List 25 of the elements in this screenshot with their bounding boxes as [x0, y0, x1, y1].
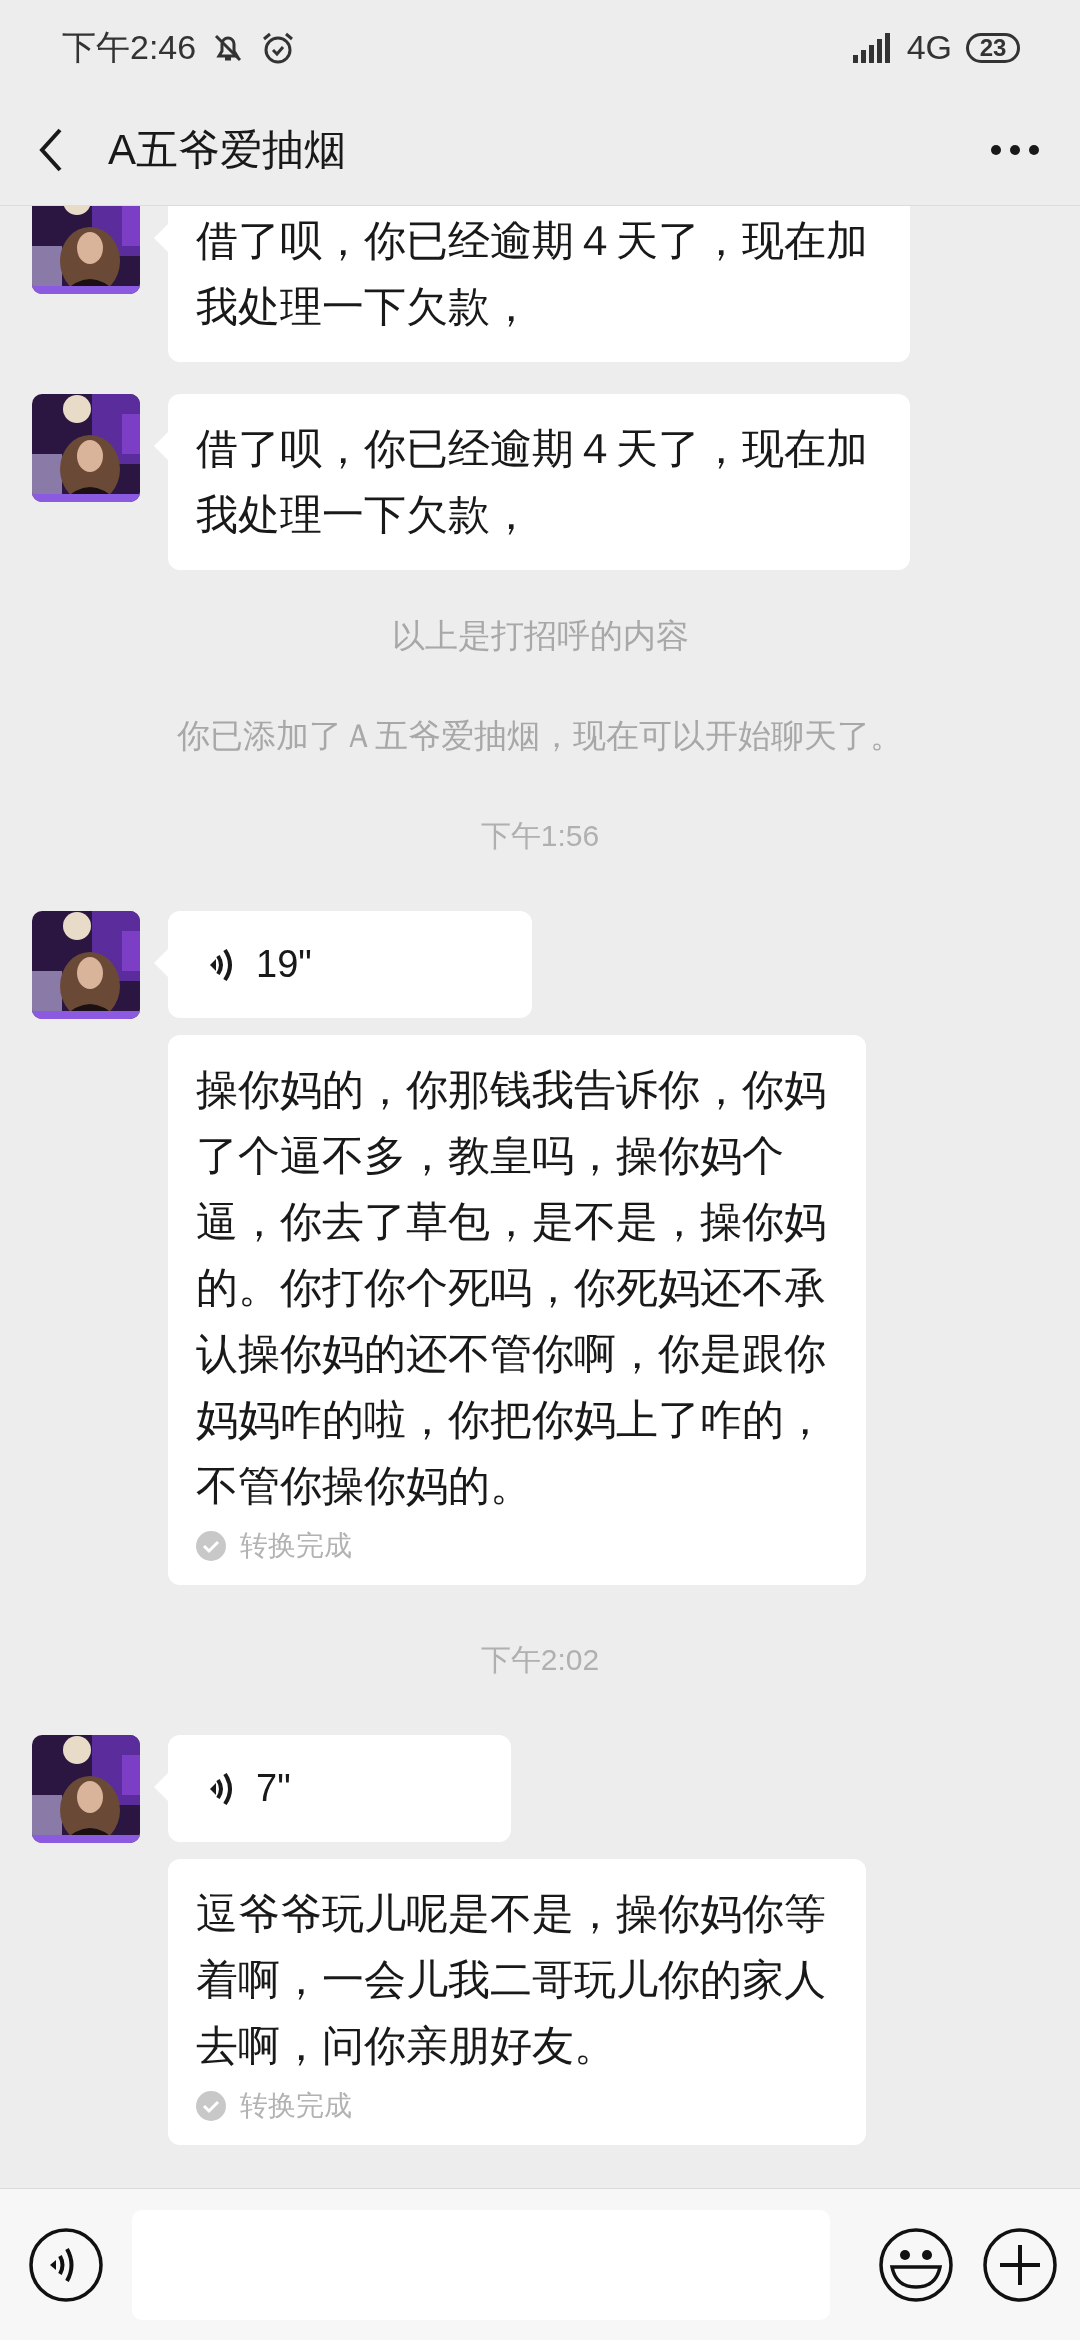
system-notice: 你已添加了Ａ五爷爱抽烟，现在可以开始聊天了。 — [176, 716, 904, 756]
timestamp: 下午1:56 — [479, 818, 601, 854]
status-time: 下午2:46 — [62, 26, 197, 68]
emoji-button[interactable] — [878, 2226, 954, 2303]
network-label: 4G — [906, 28, 952, 67]
battery-icon: 23 — [966, 32, 1020, 63]
signal-icon — [852, 32, 893, 63]
voice-duration: 19" — [256, 943, 312, 986]
check-icon — [196, 2091, 226, 2121]
transcript-text: 操你妈的，你那钱我告诉你，你妈了个逼不多，教皇吗，操你妈个逼，你去了草包，是不是，操你妈的。你打你个死吗，你死妈还不承认操你妈的还不管你啊，你是跟你妈妈咋的啦，你把你妈上了咋的，不管你操你妈的。 — [196, 1065, 827, 1511]
chat-title: A五爷爱抽烟 — [108, 125, 347, 175]
message-bubble: 借了呗，你已经逾期４天了，现在加我处理一下欠款， — [168, 206, 910, 362]
system-notice: 以上是打招呼的内容 — [390, 616, 690, 656]
voice-message[interactable]: 7" — [168, 1735, 511, 1842]
transcript-text: 逗爷爷玩儿呢是不是，操你妈你等着啊，一会儿我二哥玩儿你的家人去啊，问你亲朋好友。 — [196, 1889, 827, 2071]
voice-duration: 7" — [256, 1767, 291, 1810]
transcript-status: 转换完成 — [240, 1529, 352, 1563]
more-button[interactable] — [990, 144, 1040, 156]
transcript-status: 转换完成 — [240, 2089, 352, 2123]
message-bubble: 借了呗，你已经逾期４天了，现在加我处理一下欠款， — [168, 394, 910, 570]
add-button[interactable] — [982, 2226, 1058, 2303]
check-icon — [196, 1531, 226, 1561]
voice-message[interactable]: 19" — [168, 911, 532, 1018]
timestamp: 下午2:02 — [479, 1642, 601, 1678]
voice-input-button[interactable] — [28, 2226, 104, 2303]
